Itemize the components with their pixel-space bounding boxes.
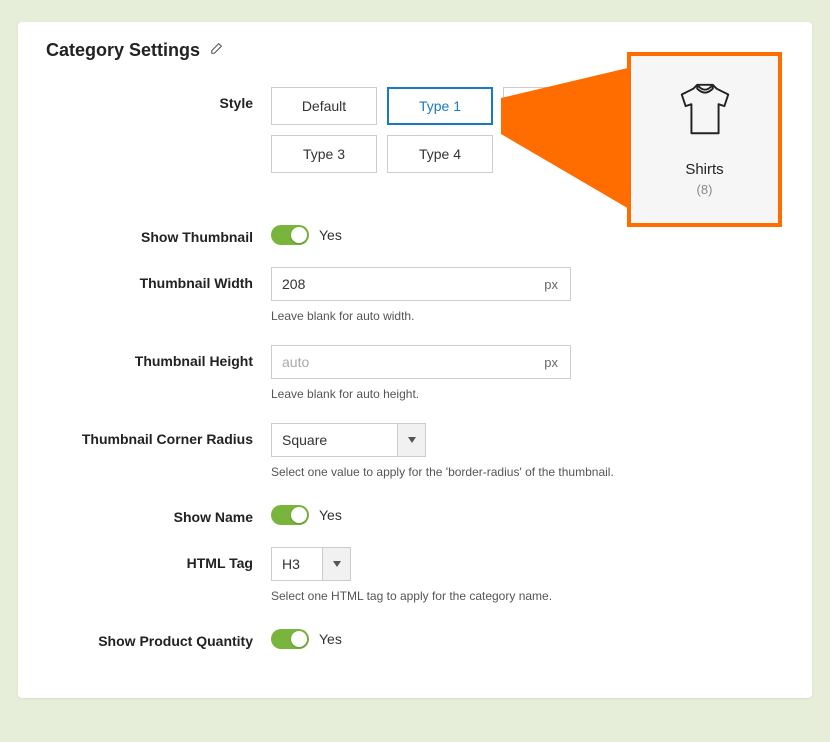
preview-count: (8)	[697, 182, 713, 197]
label-thumb-height: Thumbnail Height	[46, 345, 271, 369]
section-title: Category Settings	[46, 40, 200, 61]
control-show-qty: Yes	[271, 625, 784, 649]
chevron-down-icon	[322, 548, 350, 580]
select-html-tag-value: H3	[272, 548, 322, 580]
control-corner-radius: Square Select one value to apply for the…	[271, 423, 784, 479]
category-settings-panel: Category Settings Style Default Type 1 T…	[18, 22, 812, 698]
help-corner-radius: Select one value to apply for the 'borde…	[271, 465, 784, 479]
control-html-tag: H3 Select one HTML tag to apply for the …	[271, 547, 784, 603]
row-corner-radius: Thumbnail Corner Radius Square Select on…	[46, 423, 784, 479]
help-html-tag: Select one HTML tag to apply for the cat…	[271, 589, 784, 603]
style-option-type4[interactable]: Type 4	[387, 135, 493, 173]
help-thumb-height: Leave blank for auto height.	[271, 387, 784, 401]
toggle-show-name-value: Yes	[319, 507, 342, 523]
control-show-name: Yes	[271, 501, 784, 525]
style-option-type1[interactable]: Type 1	[387, 87, 493, 125]
select-html-tag[interactable]: H3	[271, 547, 351, 581]
chevron-down-icon	[397, 424, 425, 456]
label-corner-radius: Thumbnail Corner Radius	[46, 423, 271, 447]
input-thumb-width[interactable]	[272, 276, 532, 292]
row-thumb-height: Thumbnail Height px Leave blank for auto…	[46, 345, 784, 401]
input-thumb-height-wrap: px	[271, 345, 571, 379]
help-thumb-width: Leave blank for auto width.	[271, 309, 784, 323]
label-show-name: Show Name	[46, 501, 271, 525]
shirt-icon	[674, 82, 736, 143]
style-option-default[interactable]: Default	[271, 87, 377, 125]
control-thumb-width: px Leave blank for auto width.	[271, 267, 784, 323]
input-thumb-width-wrap: px	[271, 267, 571, 301]
unit-thumb-width: px	[532, 277, 570, 292]
label-html-tag: HTML Tag	[46, 547, 271, 571]
row-show-qty: Show Product Quantity Yes	[46, 625, 784, 649]
label-thumb-width: Thumbnail Width	[46, 267, 271, 291]
select-corner-radius-value: Square	[272, 424, 397, 456]
toggle-show-thumbnail[interactable]	[271, 225, 309, 245]
row-html-tag: HTML Tag H3 Select one HTML tag to apply…	[46, 547, 784, 603]
toggle-show-name[interactable]	[271, 505, 309, 525]
control-thumb-height: px Leave blank for auto height.	[271, 345, 784, 401]
pencil-icon[interactable]	[210, 41, 224, 60]
highlight-wedge	[501, 66, 636, 213]
style-preview-card: Shirts (8)	[627, 52, 782, 227]
toggle-show-thumbnail-value: Yes	[319, 227, 342, 243]
toggle-show-qty[interactable]	[271, 629, 309, 649]
row-thumb-width: Thumbnail Width px Leave blank for auto …	[46, 267, 784, 323]
toggle-show-qty-value: Yes	[319, 631, 342, 647]
input-thumb-height[interactable]	[272, 354, 532, 370]
label-show-thumbnail: Show Thumbnail	[46, 221, 271, 245]
label-show-qty: Show Product Quantity	[46, 625, 271, 649]
row-show-name: Show Name Yes	[46, 501, 784, 525]
style-option-type3[interactable]: Type 3	[271, 135, 377, 173]
preview-name: Shirts	[685, 161, 723, 178]
unit-thumb-height: px	[532, 355, 570, 370]
select-corner-radius[interactable]: Square	[271, 423, 426, 457]
label-style: Style	[46, 87, 271, 111]
